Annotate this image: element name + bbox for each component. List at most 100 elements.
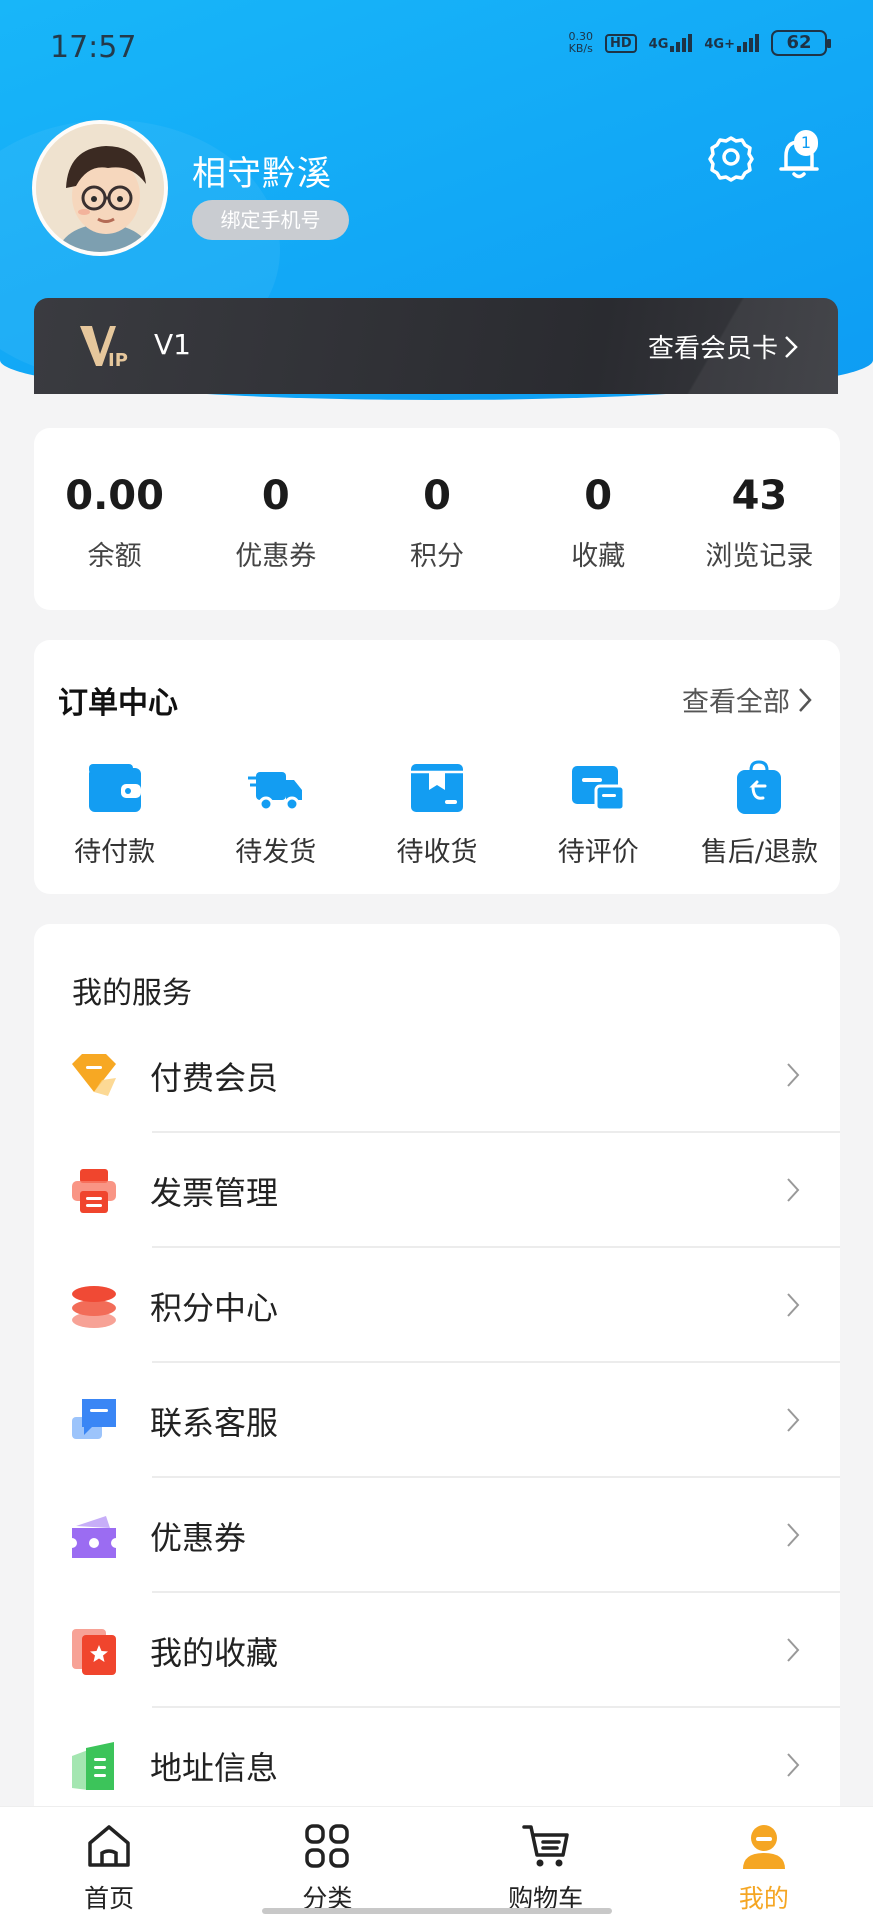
stat-label: 积分: [410, 541, 464, 572]
view-member-card-link[interactable]: 查看会员卡: [648, 328, 798, 365]
vip-card[interactable]: IP V1 查看会员卡: [34, 298, 838, 394]
vip-level: V1: [154, 328, 191, 361]
return-bag-icon: [737, 760, 782, 814]
chevron-right-icon: [799, 687, 812, 712]
bottom-tab-bar: 首页 分类 购物车 我的: [0, 1806, 873, 1920]
order-center-title: 订单中心: [58, 686, 178, 721]
service-customer-support[interactable]: 联系客服: [34, 1363, 840, 1478]
order-item-label: 待付款: [74, 837, 156, 868]
coin-stack-icon: [72, 1285, 116, 1328]
chevron-right-icon: [787, 1293, 800, 1317]
my-services-card: 我的服务 付费会员 发票管理 积分中心 联系客服 优惠券 我的收藏 地址信息: [34, 924, 840, 1824]
chevron-right-icon: [787, 1178, 800, 1202]
review-chat-icon: [572, 766, 626, 812]
service-label: 付费会员: [150, 1058, 279, 1097]
address-book-icon: [72, 1741, 114, 1790]
view-all-label: 查看全部: [682, 687, 790, 718]
coupon-ticket-icon: [72, 1515, 116, 1558]
order-status-row: 待付款 待发货 待收货 待评价 售后/退款: [34, 760, 840, 869]
service-coupons[interactable]: 优惠券: [34, 1478, 840, 1593]
service-points-center[interactable]: 积分中心: [34, 1248, 840, 1363]
diamond-icon: [72, 1053, 116, 1096]
tab-cart[interactable]: 购物车: [437, 1807, 655, 1920]
stat-coupons[interactable]: 0 优惠券: [195, 428, 356, 610]
services-list: 付费会员 发票管理 积分中心 联系客服 优惠券 我的收藏 地址信息: [34, 1018, 840, 1823]
service-label: 发票管理: [150, 1173, 279, 1212]
chevron-right-icon: [785, 335, 798, 358]
order-item-label: 待发货: [235, 837, 317, 868]
order-pending-payment[interactable]: 待付款: [34, 760, 195, 869]
status-bar: 17:57 0.30 KB/s HD 4G 4G+ 62: [0, 0, 873, 96]
chevron-right-icon: [787, 1523, 800, 1547]
service-invoice-management[interactable]: 发票管理: [34, 1133, 840, 1248]
svg-text:IP: IP: [108, 350, 128, 370]
order-pending-shipment[interactable]: 待发货: [195, 760, 356, 869]
order-item-label: 售后/退款: [700, 837, 818, 868]
my-services-title: 我的服务: [72, 976, 192, 1011]
status-time: 17:57: [50, 30, 137, 65]
stat-label: 收藏: [571, 541, 626, 572]
stat-balance[interactable]: 0.00 余额: [34, 428, 195, 610]
notification-badge: 1: [794, 130, 818, 156]
stat-value: 0: [584, 473, 613, 519]
tab-label: 我的: [738, 1884, 789, 1913]
stat-label: 优惠券: [235, 541, 317, 572]
service-my-favorites[interactable]: 我的收藏: [34, 1593, 840, 1708]
stat-points[interactable]: 0 积分: [356, 428, 517, 610]
tab-category[interactable]: 分类: [218, 1807, 436, 1920]
order-after-sales[interactable]: 售后/退款: [679, 760, 840, 869]
stat-favorites[interactable]: 0 收藏: [518, 428, 679, 610]
chevron-right-icon: [787, 1638, 800, 1662]
service-label: 地址信息: [150, 1748, 279, 1787]
battery-icon: 62: [771, 30, 831, 56]
home-indicator[interactable]: [262, 1908, 612, 1914]
service-paid-membership[interactable]: 付费会员: [34, 1018, 840, 1133]
stat-history[interactable]: 43 浏览记录: [679, 428, 840, 610]
signal-4g-plus-label: 4G+: [704, 37, 735, 52]
network-speed: 0.30 KB/s: [569, 31, 594, 55]
wallet-icon: [88, 764, 141, 812]
service-label: 我的收藏: [150, 1633, 279, 1672]
chevron-right-icon: [787, 1063, 800, 1087]
signal-4g-label: 4G: [648, 37, 669, 52]
home-icon: [88, 1825, 130, 1867]
stat-label: 浏览记录: [705, 541, 814, 572]
order-center-card: 订单中心 查看全部 待付款 待发货 待收货 待评价 售后/退款: [34, 640, 840, 894]
chat-bubble-icon: [72, 1398, 116, 1439]
chevron-right-icon: [787, 1408, 800, 1432]
view-member-card-label: 查看会员卡: [647, 334, 778, 364]
hd-voice-icon: HD: [605, 33, 637, 53]
order-pending-receipt[interactable]: 待收货: [356, 760, 517, 869]
star-bookmark-icon: [72, 1628, 116, 1675]
shopping-cart-icon: [521, 1825, 569, 1867]
delivery-truck-icon: [247, 772, 302, 812]
user-name: 相守黔溪: [192, 154, 332, 194]
bind-phone-button[interactable]: 绑定手机号: [192, 200, 349, 240]
package-box-icon: [411, 764, 463, 812]
stat-value: 0.00: [65, 473, 164, 519]
status-indicators: 0.30 KB/s HD 4G 4G+ 62: [569, 30, 831, 56]
order-pending-review[interactable]: 待评价: [518, 760, 679, 869]
stat-value: 0: [423, 473, 451, 519]
category-grid-icon: [305, 1824, 350, 1868]
stat-value: 43: [731, 473, 788, 519]
vip-logo-icon: IP: [80, 326, 128, 370]
service-label: 优惠券: [150, 1518, 247, 1557]
signal-4g-plus-icon: 4G+: [704, 34, 759, 52]
order-item-label: 待收货: [396, 837, 478, 868]
gear-icon[interactable]: [706, 132, 756, 182]
profile-person-icon: [742, 1825, 785, 1869]
account-stats-card: 0.00 余额 0 优惠券 0 积分 0 收藏 43 浏览记录: [34, 428, 840, 610]
tab-profile[interactable]: 我的: [655, 1807, 873, 1920]
stat-value: 0: [261, 473, 290, 519]
stat-label: 余额: [87, 541, 142, 572]
signal-4g-icon: 4G: [649, 34, 693, 52]
order-item-label: 待评价: [557, 837, 639, 868]
service-label: 积分中心: [150, 1288, 279, 1327]
view-all-orders-link[interactable]: 查看全部: [682, 680, 812, 719]
service-label: 联系客服: [150, 1403, 279, 1442]
tab-home[interactable]: 首页: [0, 1807, 218, 1920]
chevron-right-icon: [787, 1753, 800, 1777]
avatar[interactable]: [32, 120, 168, 256]
invoice-printer-icon: [72, 1168, 116, 1213]
